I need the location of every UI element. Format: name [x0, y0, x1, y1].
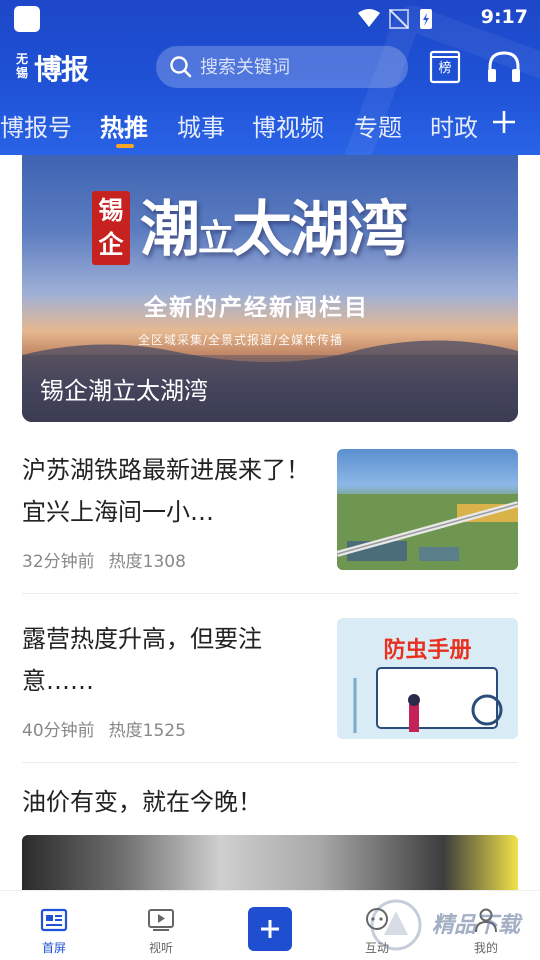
logo-small-text: 无锡 [16, 52, 29, 80]
news-meta: 40分钟前 热度1525 [22, 716, 186, 741]
news-thumbnail [337, 449, 518, 570]
status-bar: 9:17 [0, 0, 540, 36]
bottom-nav: 首屏 视听 互动 我的 精品下载 [0, 890, 540, 960]
watermark-text: 精品下载 [432, 913, 521, 938]
news-meta: 32分钟前 热度1308 [22, 547, 186, 572]
banner-caption: 锡企潮立太湖湾 [40, 377, 208, 405]
banner-subtitle: 全新的产经新闻栏目 [144, 295, 369, 321]
tab-politics[interactable]: 时政 [430, 108, 478, 143]
news-thumbnail: 防虫手册 [337, 618, 518, 739]
news-title: 露营热度升高，但要注意…… [22, 625, 262, 695]
banner-title-b: 立 [198, 217, 234, 259]
banner-title-a: 潮 [140, 195, 200, 265]
railway-photo [337, 494, 518, 570]
logo-big-text: 博报 [34, 53, 89, 86]
watermark-logo-icon [370, 899, 422, 951]
hero-banner[interactable]: 锡企 潮立太湖湾 全新的产经新闻栏目 全区域采集/全景式报道/全媒体传播 锡企潮… [22, 155, 518, 422]
search-input[interactable] [200, 46, 400, 88]
mosquito-illustration [353, 667, 503, 733]
video-icon [148, 909, 174, 931]
rank-button[interactable]: 榜 [428, 48, 462, 86]
nav-label: 视听 [148, 941, 173, 955]
app-header: 9:17 无锡 博报 榜 博报号 热推 城事 博视频 专题 时政 [0, 0, 540, 155]
add-channel-icon[interactable] [490, 108, 518, 136]
rank-label: 榜 [438, 61, 452, 76]
news-item[interactable]: 沪苏湖铁路最新进展来了！宜兴上海间一小… 32分钟前 热度1308 [22, 449, 518, 572]
tab-city[interactable]: 城事 [177, 108, 225, 143]
news-time: 40分钟前 [22, 721, 95, 741]
divider [22, 593, 518, 594]
watermark: 精品下载 [360, 895, 540, 955]
banner-title-c: 太湖湾 [232, 195, 408, 265]
battery-icon [420, 9, 432, 29]
notification-icon [14, 6, 40, 32]
search-icon [170, 56, 192, 78]
tab-topics[interactable]: 专题 [354, 108, 402, 143]
nav-home[interactable]: 首屏 [14, 891, 94, 960]
news-heat: 热度1525 [108, 721, 186, 741]
nav-media[interactable]: 视听 [121, 891, 201, 960]
news-time: 32分钟前 [22, 552, 95, 572]
active-tab-indicator [116, 144, 134, 148]
tab-politics-wrap: 时政 [430, 102, 480, 148]
channel-tabs: 博报号 热推 城事 博视频 专题 时政 [0, 102, 540, 152]
status-time: 9:17 [480, 6, 528, 28]
news-item[interactable]: 露营热度升高，但要注意…… 40分钟前 热度1525 防虫手册 [22, 618, 518, 741]
tab-bobao-account[interactable]: 博报号 [0, 108, 72, 143]
news-title[interactable]: 油价有变，就在今晚！ [22, 782, 262, 817]
banner-tagline: 全区域采集/全景式报道/全媒体传播 [138, 333, 344, 347]
news-cover-image[interactable] [22, 835, 518, 890]
divider [22, 762, 518, 763]
plus-icon [261, 920, 279, 938]
nav-label: 首屏 [41, 941, 66, 955]
wifi-icon [358, 9, 380, 27]
news-icon [40, 908, 68, 932]
banner-seal: 锡企 [92, 191, 130, 265]
headphones-icon[interactable] [486, 50, 522, 84]
news-heat: 热度1308 [108, 552, 186, 572]
tab-hot[interactable]: 热推 [100, 108, 148, 143]
search-bar[interactable] [156, 46, 408, 88]
app-logo[interactable]: 无锡 博报 [16, 50, 102, 86]
tab-video[interactable]: 博视频 [252, 108, 324, 143]
status-icons [358, 9, 432, 29]
banner-title: 潮立太湖湾 [140, 181, 408, 268]
publish-button[interactable] [248, 907, 292, 951]
news-title: 沪苏湖铁路最新进展来了！宜兴上海间一小… [22, 456, 310, 526]
rank-icon [429, 50, 461, 84]
